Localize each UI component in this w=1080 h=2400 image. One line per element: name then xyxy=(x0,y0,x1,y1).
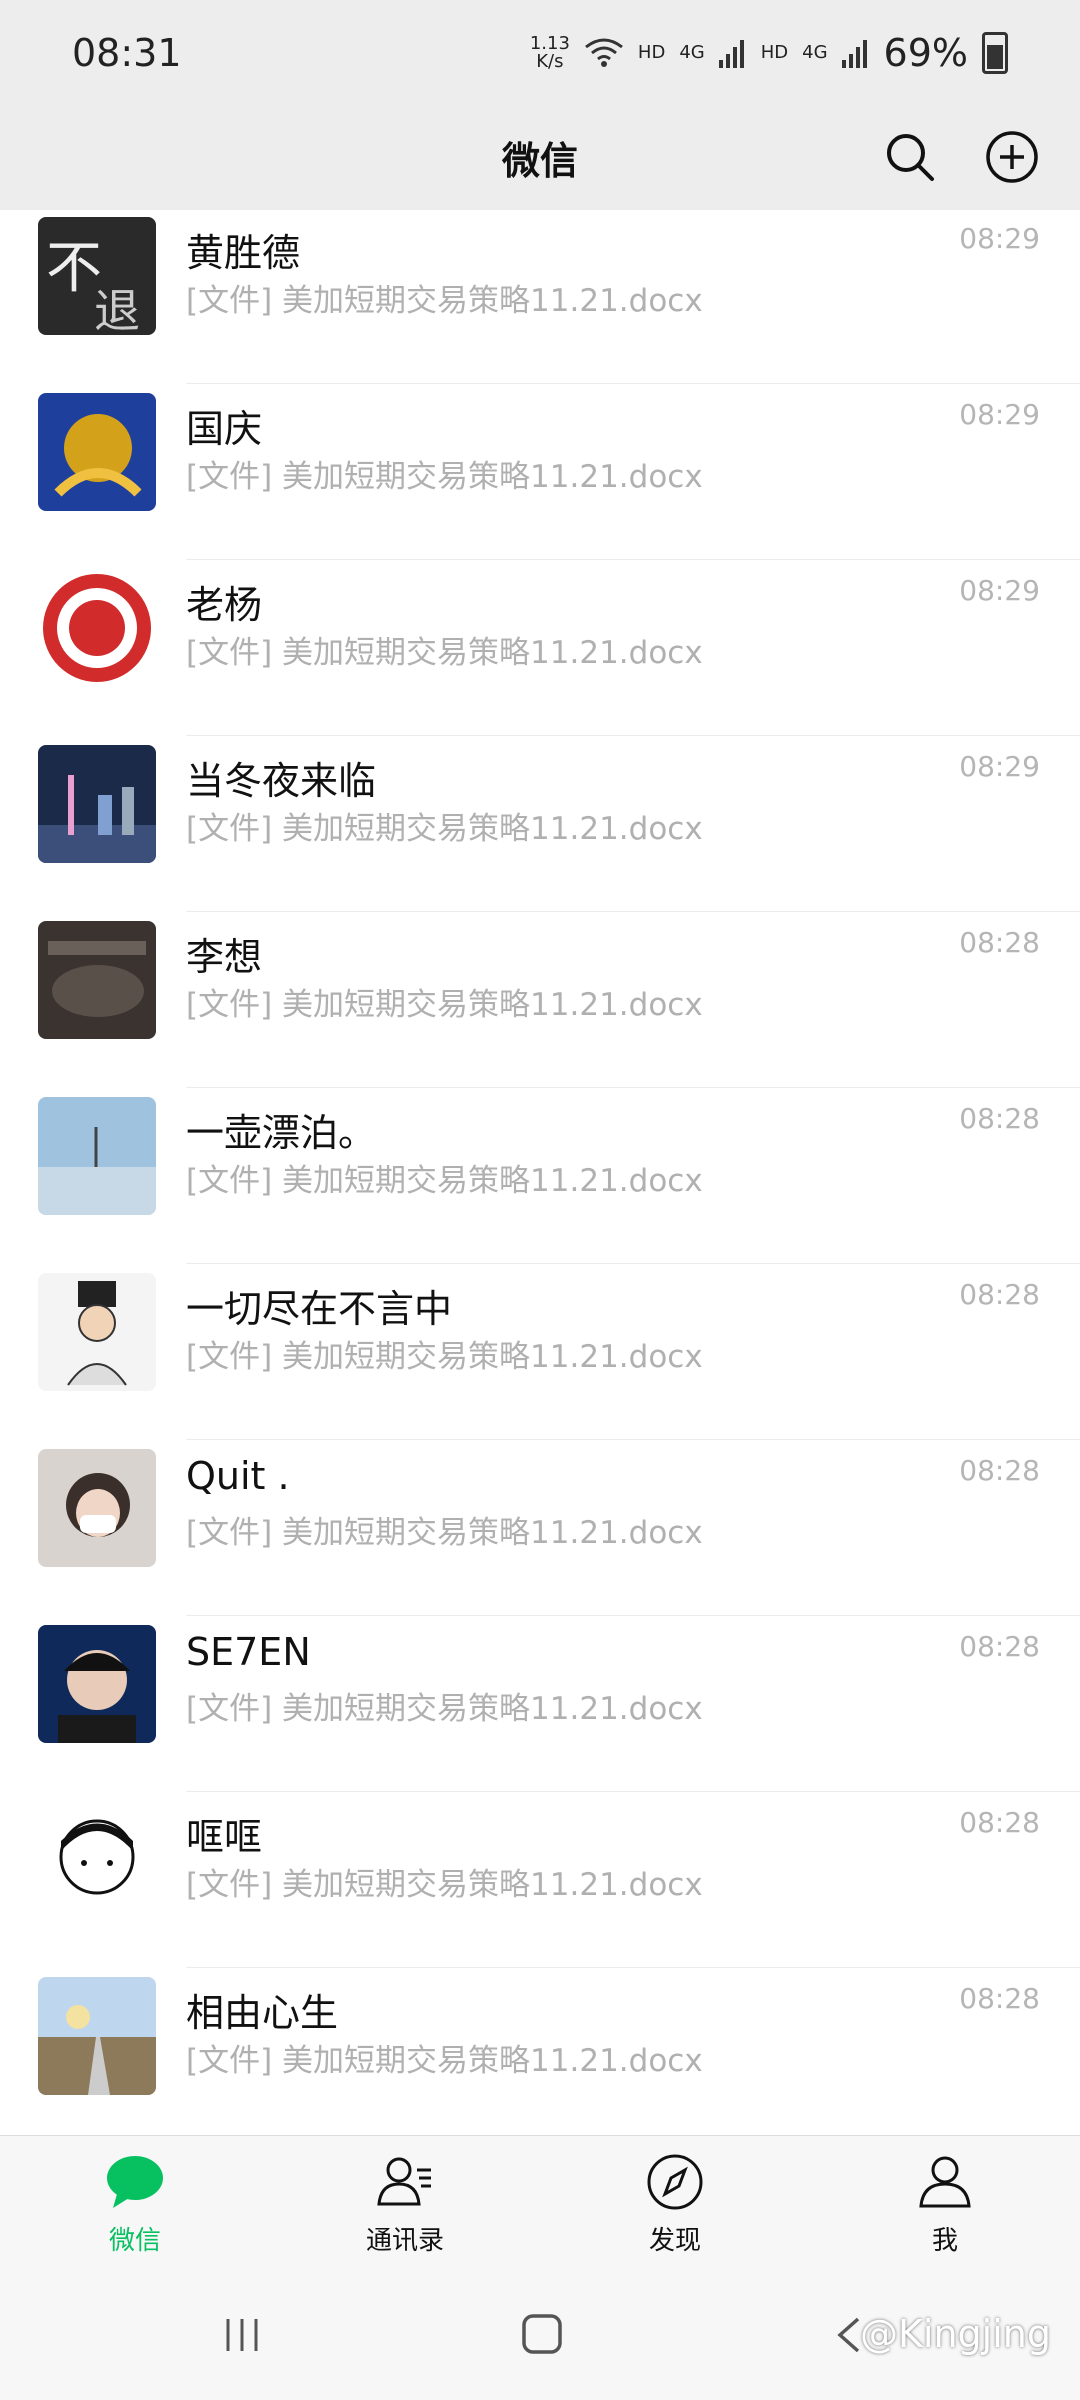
avatar xyxy=(38,1801,156,1919)
battery-percent: 69% xyxy=(883,30,968,75)
avatar xyxy=(38,569,156,687)
chat-name: 哐哐 xyxy=(186,1815,263,1859)
status-bar: 08:31 1.13 K/s HD 4G HD 4G 69% xyxy=(0,0,1080,105)
tab-chats[interactable]: 微信 xyxy=(0,2136,270,2271)
chat-time: 08:28 xyxy=(959,1102,1040,1135)
chat-item[interactable]: 李想 [文件] 美加短期交易策略11.21.docx 08:28 xyxy=(0,912,1080,1088)
network-speed: 1.13 K/s xyxy=(529,32,570,72)
plus-circle-icon[interactable] xyxy=(982,127,1042,187)
chat-name: 国庆 xyxy=(186,407,263,451)
chat-time: 08:29 xyxy=(959,574,1040,607)
hd-label-1: HD xyxy=(637,42,666,63)
chat-time: 08:29 xyxy=(959,222,1040,255)
chat-item[interactable]: 当冬夜来临 [文件] 美加短期交易策略11.21.docx 08:29 xyxy=(0,736,1080,912)
chat-name: 相由心生 xyxy=(186,1991,339,2035)
chat-preview: [文件] 美加短期交易策略11.21.docx xyxy=(186,635,703,671)
avatar xyxy=(38,1977,156,2095)
app-header: 微信 xyxy=(0,105,1080,210)
avatar xyxy=(38,921,156,1039)
wifi-icon xyxy=(584,38,623,67)
bottom-tab-bar: 微信 通讯录 发现 我 xyxy=(0,2135,1080,2271)
network-type-1: 4G xyxy=(679,42,705,63)
watermark: @Kingjing xyxy=(860,2312,1052,2356)
avatar xyxy=(38,1625,156,1743)
hd-label-2: HD xyxy=(760,42,789,63)
avatar xyxy=(38,745,156,863)
search-icon[interactable] xyxy=(880,127,940,187)
chat-preview: [文件] 美加短期交易策略11.21.docx xyxy=(186,459,703,495)
chat-name: 李想 xyxy=(186,935,263,979)
chat-preview: [文件] 美加短期交易策略11.21.docx xyxy=(186,987,703,1023)
chat-name: SE7EN xyxy=(186,1630,311,1674)
avatar xyxy=(38,1097,156,1215)
chat-preview: [文件] 美加短期交易策略11.21.docx xyxy=(186,2043,703,2079)
chat-list[interactable]: 不退 黄胜德 [文件] 美加短期交易策略11.21.docx 08:29 国庆 … xyxy=(0,210,1080,2135)
status-icons: 1.13 K/s HD 4G HD 4G 69% xyxy=(530,31,1008,75)
chat-item[interactable]: 不退 黄胜德 [文件] 美加短期交易策略11.21.docx 08:29 xyxy=(0,210,1080,384)
chat-time: 08:29 xyxy=(959,750,1040,783)
chat-time: 08:28 xyxy=(959,1278,1040,1311)
tab-contacts[interactable]: 通讯录 xyxy=(270,2136,540,2271)
chat-name: 黄胜德 xyxy=(186,231,301,275)
signal-icon-2 xyxy=(841,39,867,68)
compass-icon xyxy=(647,2154,703,2210)
chat-item[interactable]: 相由心生 [文件] 美加短期交易策略11.21.docx 08:28 xyxy=(0,1968,1080,2135)
network-speed-unit: K/s xyxy=(536,50,564,72)
chat-preview: [文件] 美加短期交易策略11.21.docx xyxy=(186,283,703,319)
avatar xyxy=(38,1449,156,1567)
avatar xyxy=(38,1273,156,1391)
tab-label: 我 xyxy=(931,2226,958,2256)
home-icon[interactable] xyxy=(520,2312,564,2356)
chat-item[interactable]: Quit . [文件] 美加短期交易策略11.21.docx 08:28 xyxy=(0,1440,1080,1616)
person-icon xyxy=(919,2156,971,2208)
tab-me[interactable]: 我 xyxy=(810,2136,1080,2271)
tab-label: 微信 xyxy=(108,2226,161,2256)
tab-discover[interactable]: 发现 xyxy=(540,2136,810,2271)
chat-item[interactable]: 老杨 [文件] 美加短期交易策略11.21.docx 08:29 xyxy=(0,560,1080,736)
tab-label: 发现 xyxy=(648,2226,701,2256)
chat-preview: [文件] 美加短期交易策略11.21.docx xyxy=(186,1163,703,1199)
recent-apps-icon[interactable] xyxy=(222,2315,262,2355)
chat-time: 08:28 xyxy=(959,1982,1040,2015)
network-type-2: 4G xyxy=(802,42,828,63)
svg-text:退: 退 xyxy=(94,284,140,335)
avatar xyxy=(38,393,156,511)
chat-preview: [文件] 美加短期交易策略11.21.docx xyxy=(186,811,703,847)
chat-name: Quit . xyxy=(186,1454,290,1498)
chat-time: 08:28 xyxy=(959,1806,1040,1839)
page-title: 微信 xyxy=(501,139,578,183)
signal-icon-1 xyxy=(718,39,744,68)
chat-name: 一壶漂泊。 xyxy=(186,1111,377,1155)
chat-item[interactable]: 一切尽在不言中 [文件] 美加短期交易策略11.21.docx 08:28 xyxy=(0,1264,1080,1440)
chat-preview: [文件] 美加短期交易策略11.21.docx xyxy=(186,1515,703,1551)
chat-item[interactable]: SE7EN [文件] 美加短期交易策略11.21.docx 08:28 xyxy=(0,1616,1080,1792)
chat-item[interactable]: 哐哐 [文件] 美加短期交易策略11.21.docx 08:28 xyxy=(0,1792,1080,1968)
chat-item[interactable]: 国庆 [文件] 美加短期交易策略11.21.docx 08:29 xyxy=(0,384,1080,560)
chat-preview: [文件] 美加短期交易策略11.21.docx xyxy=(186,1867,703,1903)
battery-icon xyxy=(982,31,1008,74)
status-time: 08:31 xyxy=(72,30,182,75)
chat-time: 08:28 xyxy=(959,1454,1040,1487)
system-nav-bar: @Kingjing xyxy=(0,2270,1080,2400)
chat-name: 一切尽在不言中 xyxy=(186,1287,453,1331)
chat-preview: [文件] 美加短期交易策略11.21.docx xyxy=(186,1691,703,1727)
avatar: 不退 xyxy=(38,217,156,335)
chat-bubble-icon xyxy=(107,2156,163,2208)
chat-preview: [文件] 美加短期交易策略11.21.docx xyxy=(186,1339,703,1375)
network-speed-value: 1.13 xyxy=(529,32,570,54)
contacts-icon xyxy=(377,2157,431,2206)
chat-time: 08:28 xyxy=(959,926,1040,959)
chat-item[interactable]: 一壶漂泊。 [文件] 美加短期交易策略11.21.docx 08:28 xyxy=(0,1088,1080,1264)
chat-time: 08:29 xyxy=(959,398,1040,431)
chat-time: 08:28 xyxy=(959,1630,1040,1663)
chat-name: 当冬夜来临 xyxy=(186,759,377,803)
chat-name: 老杨 xyxy=(186,583,263,627)
tab-label: 通讯录 xyxy=(365,2226,444,2256)
